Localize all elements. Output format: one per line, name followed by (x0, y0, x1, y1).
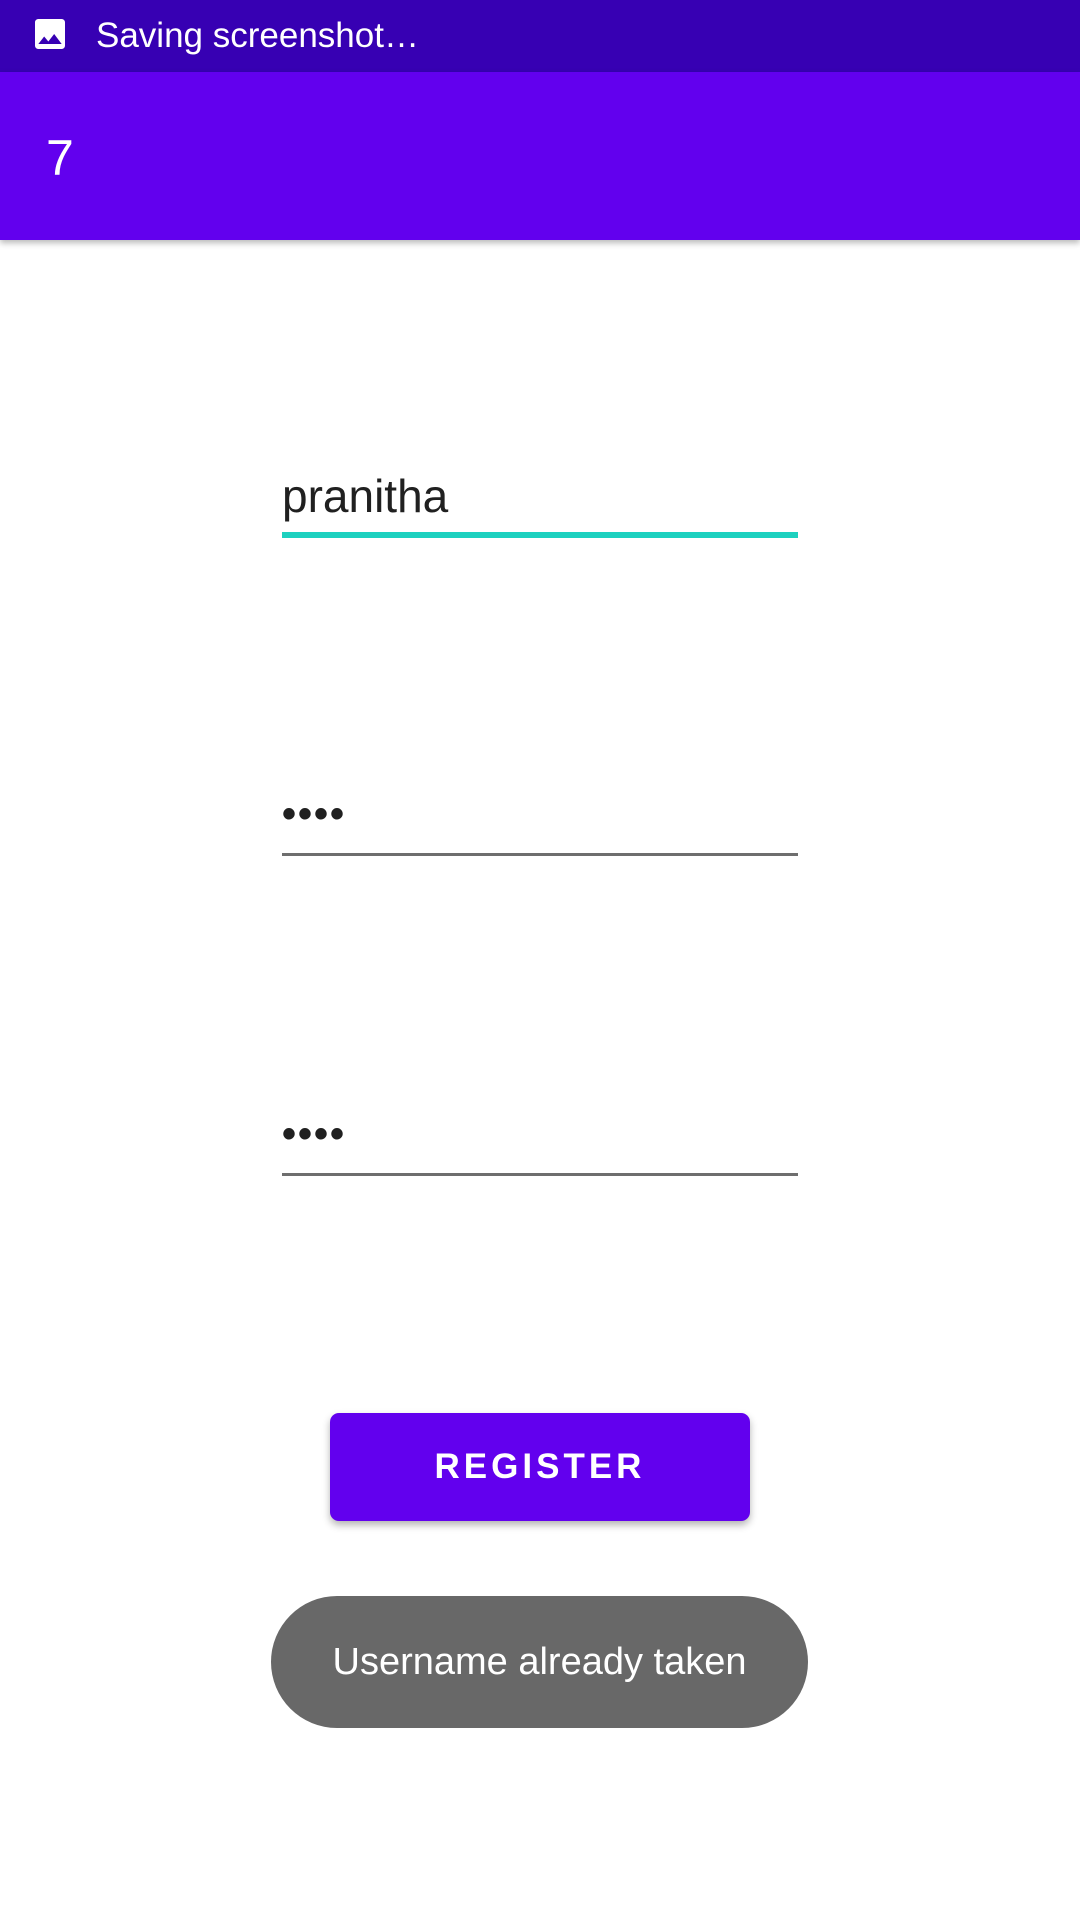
password-underline (282, 853, 798, 856)
app-title: 7 (46, 130, 74, 186)
status-notification-text: Saving screenshot… (96, 16, 419, 55)
username-field[interactable]: pranitha (282, 458, 798, 538)
username-underline (282, 532, 798, 538)
password-field[interactable]: •••• (282, 776, 798, 856)
status-bar: Saving screenshot… (0, 0, 1080, 72)
confirm-password-field[interactable]: •••• (282, 1096, 798, 1176)
app-bar: 7 (0, 72, 1080, 240)
password-value: •••• (282, 792, 347, 836)
confirm-password-underline (282, 1173, 798, 1176)
toast-message: Username already taken (271, 1596, 808, 1728)
confirm-password-value: •••• (282, 1112, 347, 1156)
username-value: pranitha (282, 470, 449, 522)
image-icon (35, 19, 65, 49)
register-button[interactable]: REGISTER (330, 1413, 750, 1521)
